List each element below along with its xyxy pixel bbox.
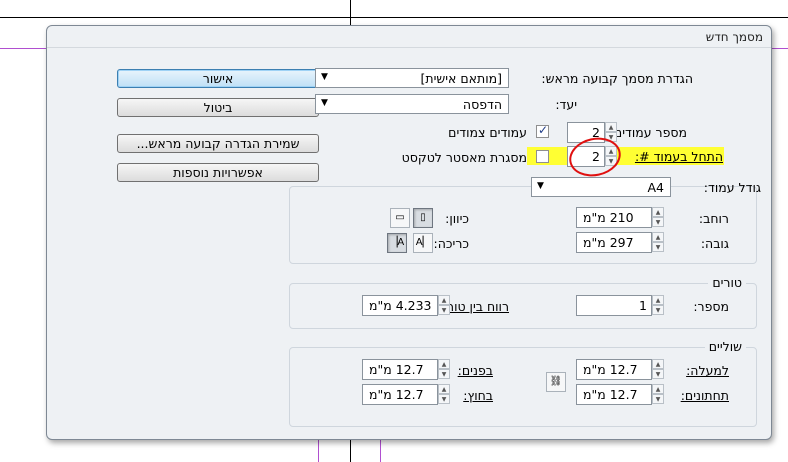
ok-button[interactable]: אישור [117, 69, 319, 88]
margins-group: שוליים [289, 339, 757, 427]
cancel-button[interactable]: ביטול [117, 98, 319, 117]
height-input[interactable]: 297 מ"מ ▲ ▼ [576, 232, 664, 253]
height-stepper[interactable]: ▲ ▼ [652, 232, 664, 253]
columns-number-stepper[interactable]: ▲ ▼ [652, 295, 664, 316]
bottom-margin-input[interactable]: 12.7 מ"מ ▲ ▼ [576, 384, 664, 405]
right-binding-icon[interactable]: A▏ [413, 233, 433, 253]
inside-margin-input[interactable]: 12.7 מ"מ ▲ ▼ [362, 359, 450, 380]
columns-group: טורים [289, 275, 757, 329]
width-input[interactable]: 210 מ"מ ▲ ▼ [576, 207, 664, 228]
columns-legend: טורים [708, 275, 746, 290]
intent-select[interactable]: הדפסה ▼ [315, 94, 509, 114]
dialog-title: מסמך חדש [705, 30, 763, 44]
more-options-button[interactable]: אפשרויות נוספות [117, 163, 319, 182]
width-label: רוחב: [698, 211, 729, 226]
page-size-group [289, 186, 757, 264]
outside-margin-input[interactable]: 12.7 מ"מ ▲ ▼ [362, 384, 450, 405]
width-value: 210 מ"מ [583, 210, 634, 225]
bottom-margin-label: תחתונים: [680, 388, 729, 403]
save-preset-button[interactable]: שמירת הגדרה קבועה מראש... [117, 134, 319, 153]
width-stepper[interactable]: ▲ ▼ [652, 207, 664, 228]
binding-label: כריכה: [433, 236, 469, 251]
landscape-orientation-icon[interactable]: ▭ [390, 208, 410, 228]
gutter-input[interactable]: 4.233 מ"מ ▲ ▼ [362, 295, 450, 316]
chain-link-icon[interactable]: ⛓ [546, 372, 566, 392]
start-page-label: התחל בעמוד #: [634, 149, 723, 164]
page-size-select[interactable]: A4 ▼ [531, 177, 671, 197]
page-size-value: A4 [647, 180, 664, 195]
page-count-label: מספר עמודים: [609, 125, 687, 140]
height-label: גובה: [700, 236, 729, 251]
chevron-down-icon: ▼ [537, 181, 544, 191]
bottom-margin-stepper[interactable]: ▲ ▼ [652, 384, 664, 405]
top-margin-input[interactable]: 12.7 מ"מ ▲ ▼ [576, 359, 664, 380]
columns-number-value: 1 [639, 298, 647, 313]
intent-value: הדפסה [462, 97, 502, 112]
height-value: 297 מ"מ [583, 235, 634, 250]
columns-number-label: מספר: [693, 299, 729, 314]
preset-label: הגדרת מסמך קבועה מראש: [541, 71, 693, 86]
inside-margin-value: 12.7 מ"מ [369, 362, 424, 377]
check-icon: ✓ [538, 123, 549, 137]
columns-number-input[interactable]: 1 ▲ ▼ [576, 295, 664, 316]
outside-margin-value: 12.7 מ"מ [369, 387, 424, 402]
preset-select[interactable]: [מותאם אישית] ▼ [315, 68, 509, 88]
chevron-down-icon: ▼ [321, 72, 328, 82]
new-document-dialog: מסמך חדש אישור ביטול שמירת הגדרה קבועה מ… [46, 25, 772, 440]
master-text-frame-label: מסגרת מאסטר לטקסט [401, 150, 527, 165]
page-top-edge [0, 17, 788, 18]
inside-margin-label: בפנים: [457, 363, 493, 378]
outside-margin-stepper[interactable]: ▲ ▼ [438, 384, 450, 405]
top-margin-stepper[interactable]: ▲ ▼ [652, 359, 664, 380]
master-text-frame-checkbox[interactable] [536, 150, 549, 163]
intent-label: יעד: [555, 97, 577, 112]
facing-pages-label: עמודים צמודים [448, 125, 527, 140]
preset-value: [מותאם אישית] [420, 71, 502, 86]
dialog-titlebar[interactable]: מסמך חדש [47, 26, 771, 48]
orientation-label: כיוון: [445, 211, 469, 226]
bottom-margin-value: 12.7 מ"מ [583, 387, 638, 402]
chevron-down-icon: ▼ [321, 98, 328, 108]
inside-margin-stepper[interactable]: ▲ ▼ [438, 359, 450, 380]
gutter-stepper[interactable]: ▲ ▼ [438, 295, 450, 316]
portrait-orientation-icon[interactable]: ▯ [413, 208, 433, 228]
top-margin-value: 12.7 מ"מ [583, 362, 638, 377]
outside-margin-label: בחוץ: [463, 388, 493, 403]
gutter-value: 4.233 מ"מ [369, 298, 432, 313]
top-margin-label: למעלה: [686, 363, 729, 378]
page-size-label: גודל עמוד: [703, 180, 761, 195]
margins-legend: שוליים [704, 339, 746, 354]
left-binding-icon[interactable]: ▕A [387, 233, 407, 253]
facing-pages-checkbox[interactable]: ✓ [536, 123, 549, 138]
